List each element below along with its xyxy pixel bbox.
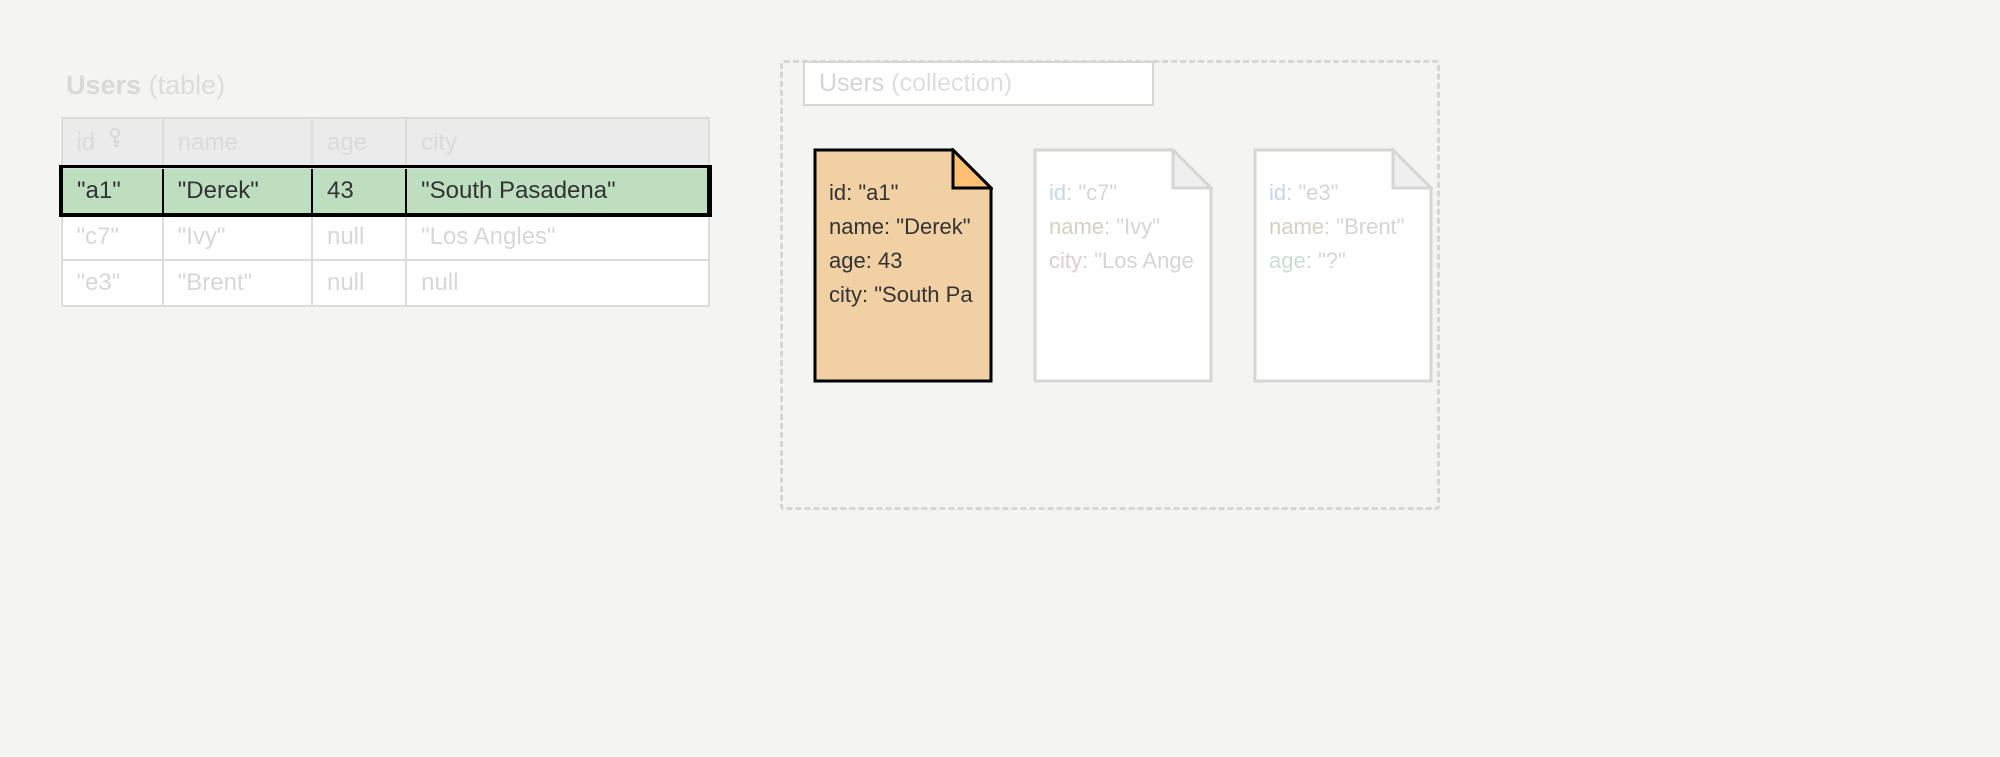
field-key: name	[1049, 214, 1104, 239]
field-val: 43	[878, 248, 902, 273]
collection-panel: Users (collection) id: "a1" name: "Derek…	[780, 60, 1440, 510]
document-list: id: "a1" name: "Derek" age: 43 city: "So…	[813, 148, 1433, 383]
field-key: name	[1269, 214, 1324, 239]
field-line: city: "South Pa	[829, 278, 977, 312]
field-key: id	[1049, 180, 1066, 205]
table-header-row: id name age city	[62, 118, 709, 168]
field-val: "c7"	[1078, 180, 1117, 205]
col-id-label: id	[77, 129, 96, 156]
collection-title-box: Users (collection)	[803, 61, 1154, 106]
cell-age: 43	[312, 168, 406, 214]
collection-title: Users	[819, 69, 884, 97]
field-line: age: "?"	[1269, 244, 1417, 278]
table-subtitle: (table)	[149, 70, 226, 100]
field-val: "Brent"	[1336, 214, 1404, 239]
field-line: city: "Los Ange	[1049, 244, 1197, 278]
field-line: id: "e3"	[1269, 176, 1417, 210]
sql-table-panel: Users (table) id name age	[60, 70, 710, 307]
cell-city: "Los Angles"	[406, 214, 708, 260]
cell-age: null	[312, 214, 406, 260]
field-val: "Ivy"	[1116, 214, 1160, 239]
cell-id: "a1"	[62, 168, 163, 214]
col-city-label: city	[421, 129, 457, 156]
field-key: city	[829, 282, 862, 307]
field-key: city	[1049, 248, 1082, 273]
cell-id: "e3"	[62, 260, 163, 306]
field-val: "Los Ange	[1094, 248, 1194, 273]
field-key: age	[829, 248, 866, 273]
field-key: name	[829, 214, 884, 239]
field-line: name: "Ivy"	[1049, 210, 1197, 244]
table-title: Users (table)	[66, 70, 710, 101]
table-row: "c7" "Ivy" null "Los Angles"	[62, 214, 709, 260]
field-line: name: "Derek"	[829, 210, 977, 244]
field-val: "South Pa	[874, 282, 972, 307]
field-key: age	[1269, 248, 1306, 273]
field-line: id: "a1"	[829, 176, 977, 210]
collection-subtitle: (collection)	[891, 69, 1012, 97]
document-card: id: "c7" name: "Ivy" city: "Los Ange	[1033, 148, 1213, 383]
col-id: id	[62, 118, 163, 168]
col-name-label: name	[178, 129, 238, 156]
cell-id: "c7"	[62, 214, 163, 260]
field-line: age: 43	[829, 244, 977, 278]
table-row: "e3" "Brent" null null	[62, 260, 709, 306]
cell-age: null	[312, 260, 406, 306]
field-val: "a1"	[858, 180, 898, 205]
cell-name: "Brent"	[163, 260, 312, 306]
users-table: id name age city "a1"	[60, 117, 710, 307]
cell-name: "Derek"	[163, 168, 312, 214]
table-title-text: Users	[66, 70, 141, 100]
field-line: id: "c7"	[1049, 176, 1197, 210]
col-age-label: age	[327, 129, 367, 156]
field-line: name: "Brent"	[1269, 210, 1417, 244]
col-city: city	[406, 118, 708, 168]
cell-city: null	[406, 260, 708, 306]
field-key: id	[829, 180, 846, 205]
field-key: id	[1269, 180, 1286, 205]
document-card: id: "e3" name: "Brent" age: "?"	[1253, 148, 1433, 383]
field-val: "?"	[1318, 248, 1346, 273]
col-name: name	[163, 118, 312, 168]
cell-city: "South Pasadena"	[406, 168, 708, 214]
document-card: id: "a1" name: "Derek" age: 43 city: "So…	[813, 148, 993, 383]
col-age: age	[312, 118, 406, 168]
cell-name: "Ivy"	[163, 214, 312, 260]
field-val: "Derek"	[896, 214, 970, 239]
key-icon	[108, 127, 122, 154]
table-row: "a1" "Derek" 43 "South Pasadena"	[62, 168, 709, 214]
field-val: "e3"	[1298, 180, 1338, 205]
